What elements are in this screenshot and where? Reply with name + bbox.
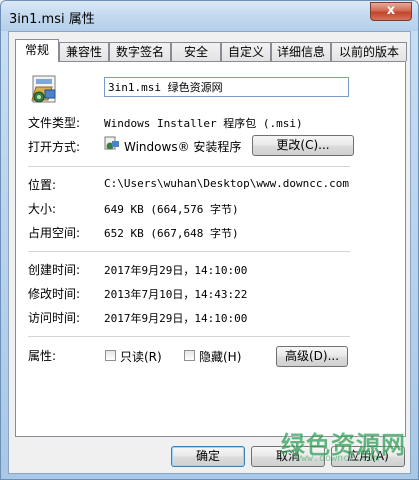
readonly-label[interactable]: 只读(R) xyxy=(120,348,162,365)
close-button[interactable]: x xyxy=(370,2,412,21)
divider-3 xyxy=(28,336,350,337)
ok-button[interactable]: 确定 xyxy=(171,446,245,467)
modified-label: 修改时间: xyxy=(28,287,81,301)
window-title: 3in1.msi 属性 xyxy=(9,12,95,27)
location-label: 位置: xyxy=(28,178,57,192)
tab-strip: 常规 兼容性 数字签名 安全 自定义 详细信息 以前的版本 xyxy=(15,39,407,62)
general-panel: 文件类型: Windows Installer 程序包 (.msi) 打开方式:… xyxy=(15,61,406,437)
created-label: 创建时间: xyxy=(28,263,81,277)
msi-file-icon xyxy=(31,75,56,103)
size-on-disk-value: 652 KB (667,648 字节) xyxy=(104,227,239,240)
hidden-label[interactable]: 隐藏(H) xyxy=(199,348,241,365)
file-type-value: Windows Installer 程序包 (.msi) xyxy=(104,117,303,130)
created-value: 2017年9月29日，14:10:00 xyxy=(104,264,248,277)
dialog-client-area: 常规 兼容性 数字签名 安全 自定义 详细信息 以前的版本 文件类型: Wind… xyxy=(8,31,411,474)
divider-1 xyxy=(28,166,350,167)
tab-general[interactable]: 常规 xyxy=(15,39,59,62)
tab-previous-versions[interactable]: 以前的版本 xyxy=(331,42,407,61)
open-with-label: 打开方式: xyxy=(28,140,81,154)
modified-value: 2013年7月10日，14:43:22 xyxy=(104,288,248,301)
divider-2 xyxy=(28,251,350,252)
accessed-value: 2017年9月29日，14:10:00 xyxy=(104,312,248,325)
watermark-url: www.downcc.com xyxy=(295,453,380,464)
file-name-input[interactable] xyxy=(104,77,349,97)
tab-digital-signatures[interactable]: 数字签名 xyxy=(109,42,171,61)
windows-installer-icon xyxy=(104,136,119,150)
accessed-label: 访问时间: xyxy=(28,311,81,325)
tab-custom[interactable]: 自定义 xyxy=(221,42,271,61)
title-bar[interactable]: 3in1.msi 属性 x xyxy=(1,1,418,31)
size-value: 649 KB (664,576 字节) xyxy=(104,203,239,216)
advanced-button[interactable]: 高级(D)... xyxy=(276,346,348,367)
readonly-checkbox[interactable] xyxy=(105,350,116,361)
location-value: C:\Users\wuhan\Desktop\www.downcc.com xyxy=(104,177,350,190)
tab-compatibility[interactable]: 兼容性 xyxy=(59,42,109,61)
hidden-checkbox[interactable] xyxy=(184,350,195,361)
size-on-disk-label: 占用空间: xyxy=(28,226,81,240)
change-button[interactable]: 更改(C)... xyxy=(252,135,354,156)
properties-window: 3in1.msi 属性 x 常规 兼容性 数字签名 安全 自定义 详细信息 以前… xyxy=(0,0,419,480)
file-type-label: 文件类型: xyxy=(28,116,81,130)
attributes-label: 属性: xyxy=(28,349,57,363)
tab-security[interactable]: 安全 xyxy=(171,42,221,61)
size-label: 大小: xyxy=(28,202,57,216)
open-with-value: Windows® 安装程序 xyxy=(124,140,242,154)
tab-details[interactable]: 详细信息 xyxy=(271,42,331,61)
